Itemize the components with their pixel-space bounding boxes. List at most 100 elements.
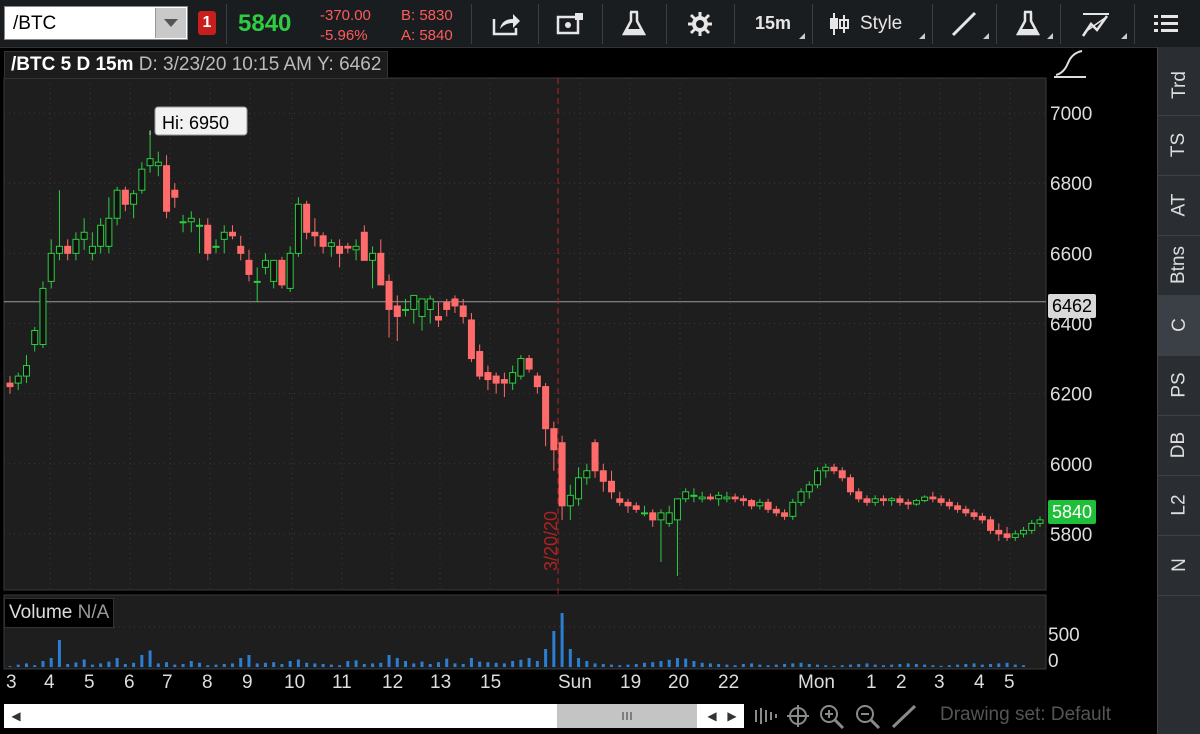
toolbar-divider	[538, 4, 539, 44]
sidebar-item-btns[interactable]: Btns	[1158, 235, 1200, 296]
scrollbar-thumb[interactable]	[557, 704, 697, 728]
interval-button[interactable]: 15m	[738, 0, 808, 47]
candle-down	[591, 442, 599, 472]
settings-button[interactable]	[670, 0, 730, 47]
alert-badge[interactable]: 1	[198, 11, 216, 35]
candle-down	[781, 512, 789, 517]
sidebar-item-n[interactable]: N	[1158, 535, 1200, 596]
volume-bar	[972, 663, 976, 667]
expand-time-icon[interactable]	[752, 704, 780, 728]
price-axis-label: 5800	[1050, 525, 1092, 546]
grip-icon	[622, 712, 632, 720]
toolbar-divider	[1134, 4, 1135, 44]
volume-bar	[659, 661, 663, 667]
candle-up	[39, 287, 47, 346]
candle-down	[533, 375, 541, 388]
sidebar-item-at[interactable]: AT	[1158, 175, 1200, 236]
candle-down	[970, 512, 978, 517]
volume-bar	[404, 661, 408, 667]
drawing-set-selector[interactable]: Drawing set: Default	[940, 704, 1111, 726]
price-axis-label: 6200	[1050, 385, 1092, 406]
candle-up	[797, 491, 805, 503]
style-button[interactable]: Style	[816, 0, 928, 47]
volume-bar	[939, 665, 943, 667]
volume-bar	[675, 658, 679, 667]
volume-bar	[931, 665, 935, 667]
time-axis-label: 10	[284, 672, 306, 693]
camera-icon	[556, 12, 583, 34]
candle-up	[690, 494, 698, 497]
volume-bar	[329, 664, 333, 667]
studies-button[interactable]	[606, 0, 662, 47]
candle-up	[723, 496, 731, 500]
time-axis-label: 4	[44, 672, 55, 693]
candle-up	[566, 494, 574, 507]
scroll-left-arrow-icon[interactable]: ◀	[4, 704, 28, 728]
symbol-input[interactable]: /BTC	[13, 13, 56, 35]
volume-bar	[16, 664, 20, 667]
scroll-right-arrow-icon[interactable]: ▶	[720, 704, 744, 728]
volume-bar	[346, 661, 350, 667]
right-sidebar: Trd TS AT Btns C PS DB L2 N	[1054, 47, 1200, 734]
y-readout: Y: 6462	[316, 54, 382, 75]
candle-up	[715, 494, 723, 500]
candle-down	[500, 379, 508, 384]
candle-up	[698, 496, 706, 500]
time-axis-label: 3	[934, 672, 945, 693]
sidebar-item-ps[interactable]: PS	[1158, 355, 1200, 416]
sidebar-item-l2[interactable]: L2	[1158, 475, 1200, 536]
volume-bar	[1022, 665, 1026, 667]
volume-bar	[651, 662, 655, 667]
candle-up	[369, 252, 377, 261]
pattern-button[interactable]	[1064, 0, 1130, 47]
candle-up	[352, 245, 360, 251]
horizontal-scrollbar[interactable]: ◀ ◀ ▶	[4, 704, 744, 728]
share-button[interactable]	[478, 0, 534, 47]
sidebar-item-label: L2	[1168, 494, 1190, 516]
candle-up	[1020, 529, 1028, 535]
volume-bar	[412, 663, 416, 667]
volume-value: N/A	[77, 602, 110, 623]
candle-down	[476, 351, 484, 377]
volume-label: Volume	[9, 602, 73, 623]
volume-bar	[99, 663, 103, 667]
time-axis-label: 11	[332, 672, 352, 693]
studies-menu-button[interactable]	[1000, 0, 1056, 47]
candle-down	[163, 165, 171, 212]
symbol-selector[interactable]: /BTC	[4, 6, 188, 40]
candle-up	[789, 501, 797, 517]
volume-bar	[239, 658, 243, 667]
crosshair-icon[interactable]	[786, 704, 810, 728]
toolbar-divider	[812, 4, 813, 44]
candle-down	[393, 305, 401, 317]
date-readout: D: 3/23/20 10:15 AM	[138, 54, 312, 75]
volume-bar	[387, 655, 391, 667]
sidebar-item-db[interactable]: DB	[1158, 415, 1200, 476]
zoom-out-icon[interactable]	[854, 703, 882, 729]
volume-bar	[66, 664, 70, 667]
candle-down	[237, 245, 245, 254]
symbol-dropdown-button[interactable]	[155, 8, 186, 38]
time-axis[interactable]: 3 4 5 6 7 8 9 10 11 12 13 15 Sun 19 20 22 Mon 1 2 3 4 5	[0, 670, 1157, 698]
price-chart[interactable]: 70006800660064006200600058003/20/20Hi: 6…	[0, 47, 1157, 670]
sidebar-item-ts[interactable]: TS	[1158, 115, 1200, 176]
candle-down	[830, 466, 838, 472]
volume-bar	[585, 661, 589, 667]
menu-button[interactable]	[1138, 0, 1194, 47]
candle-up	[402, 308, 410, 311]
sidebar-top-icon[interactable]	[1052, 47, 1092, 83]
sidebar-item-c[interactable]: C	[1158, 295, 1200, 356]
chart-header: /BTC 5 D 15m D: 3/23/20 10:15 AM Y: 6462	[4, 51, 389, 79]
volume-bar	[593, 663, 597, 667]
drawing-tool-button[interactable]	[936, 0, 992, 47]
volume-bar	[766, 665, 770, 667]
sidebar-item-trd[interactable]: Trd	[1158, 55, 1200, 116]
volume-bar	[33, 665, 37, 667]
candle-down	[962, 508, 970, 514]
gear-icon	[688, 11, 712, 36]
pen-icon[interactable]	[890, 703, 918, 729]
candle-up	[517, 358, 525, 377]
snapshot-button[interactable]	[542, 0, 598, 47]
volume-bar	[82, 659, 86, 667]
zoom-in-icon[interactable]	[818, 703, 846, 729]
